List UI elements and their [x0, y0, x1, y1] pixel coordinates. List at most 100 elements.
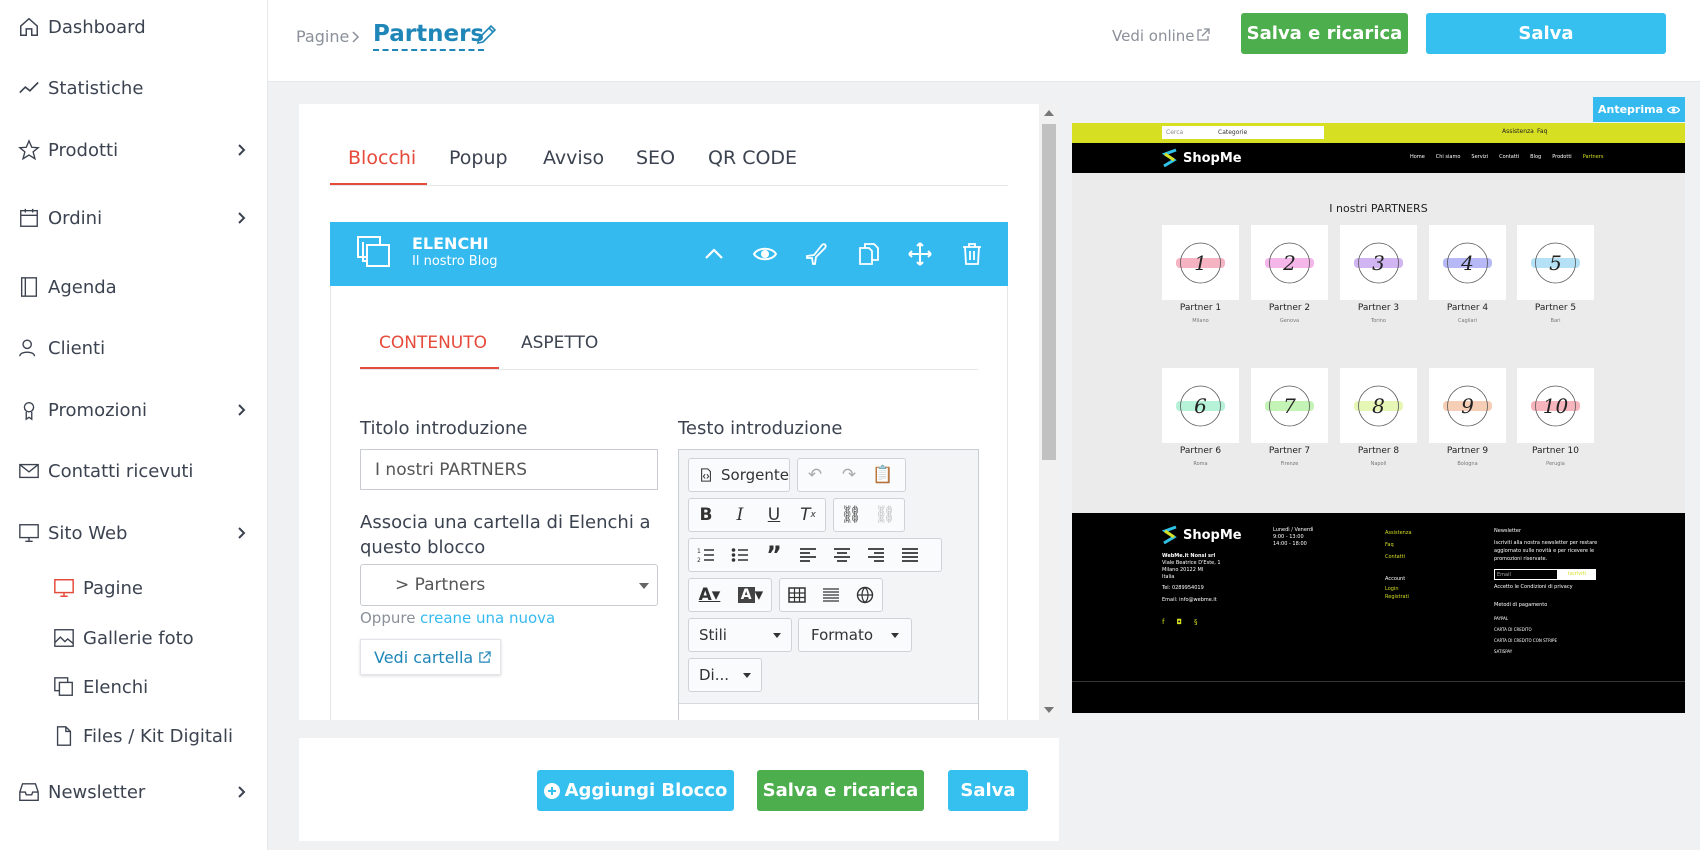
partner-logo-number: 2 [1282, 251, 1296, 275]
globe-icon[interactable] [848, 579, 882, 611]
preview-email-input: Email [1494, 569, 1558, 580]
paragraph-group: 12 ” [688, 538, 942, 572]
sidebar-item-ordini[interactable]: Ordini [0, 198, 268, 238]
trash-icon[interactable] [960, 242, 984, 266]
scroll-up-icon[interactable] [1044, 110, 1054, 116]
partner-name: Partner 4 [1446, 303, 1489, 313]
tab-seo[interactable]: SEO [636, 147, 675, 169]
text-color-icon[interactable]: A▾ [689, 579, 730, 611]
align-justify-icon[interactable] [893, 539, 927, 571]
clear-format-icon[interactable]: Tx [791, 499, 825, 531]
format-dropdown[interactable]: Formato [798, 618, 912, 652]
tab-qr-code[interactable]: QR CODE [708, 147, 797, 169]
breadcrumb-parent[interactable]: Pagine [296, 27, 349, 46]
tab-popup[interactable]: Popup [449, 147, 508, 169]
table-icon[interactable] [780, 579, 814, 611]
partner-name: Partner 5 [1534, 303, 1577, 313]
eye-icon [1667, 105, 1681, 114]
source-icon [701, 468, 711, 482]
sidebar-item-promozioni[interactable]: Promozioni [0, 390, 268, 430]
source-button[interactable]: Sorgente [688, 458, 790, 492]
save-button[interactable]: Salva [948, 770, 1028, 811]
underline-icon[interactable]: U [757, 499, 791, 531]
view-folder-button[interactable]: Vedi cartella [360, 639, 501, 675]
preview-address: Milano 20122 MI [1162, 567, 1204, 573]
link-icon[interactable]: ⛓ [834, 499, 868, 531]
sidebar-item-clienti[interactable]: Clienti [0, 328, 268, 368]
preview-newsletter-text: Iscriviti alla nostra newsletter per res… [1494, 540, 1598, 562]
svg-text:2: 2 [697, 557, 701, 563]
partner-logo-number: 1 [1194, 251, 1207, 275]
title-intro-input[interactable]: I nostri PARTNERS [360, 449, 658, 490]
instagram-icon: ◘ [1176, 618, 1183, 626]
scrollbar-thumb[interactable] [1042, 124, 1056, 460]
styles-dropdown[interactable]: Stili [688, 618, 792, 652]
duplicate-icon[interactable] [857, 242, 881, 266]
sidebar-item-dashboard[interactable]: Dashboard [0, 7, 268, 47]
unlink-icon[interactable]: ⛓ [868, 499, 902, 531]
partner-logo-icon: 7 [1265, 385, 1314, 427]
preview-footer-logo: ShopMe [1183, 528, 1242, 543]
redo-icon[interactable]: ↷ [832, 459, 866, 491]
align-left-icon[interactable] [791, 539, 825, 571]
tab-blocchi[interactable]: Blocchi [348, 147, 416, 169]
sidebar-item-sito-web[interactable]: Sito Web [0, 513, 268, 553]
page-title[interactable]: Partners [373, 21, 485, 51]
bold-icon[interactable]: B [689, 499, 723, 531]
view-online-link[interactable]: Vedi online [1112, 27, 1195, 45]
insert-group [779, 578, 883, 612]
preview-hours-title: Lunedì / Venerdì [1273, 527, 1314, 533]
undo-icon[interactable]: ↶ [798, 459, 832, 491]
sidebar-subitem-gallerie[interactable]: Gallerie foto [0, 620, 268, 656]
scrollbar-track[interactable] [1039, 104, 1059, 720]
align-center-icon[interactable] [825, 539, 859, 571]
move-icon[interactable] [908, 242, 932, 266]
italic-icon[interactable]: I [723, 499, 757, 531]
tab-aspetto[interactable]: ASPETTO [521, 333, 598, 353]
copy-icon [357, 236, 390, 267]
sidebar-subitem-files[interactable]: Files / Kit Digitali [0, 718, 268, 754]
preview-privacy: Accetto le Condizioni di privacy [1494, 584, 1573, 590]
tab-avviso[interactable]: Avviso [543, 147, 604, 169]
partner-logo-number: 3 [1372, 251, 1385, 275]
align-right-icon[interactable] [859, 539, 893, 571]
tab-contenuto[interactable]: CONTENUTO [379, 333, 487, 353]
partner-card: 2 [1251, 225, 1328, 300]
partner-card: 1 [1162, 225, 1239, 300]
scroll-down-icon[interactable] [1044, 707, 1054, 713]
plane-icon[interactable] [805, 242, 829, 266]
create-new-link[interactable]: creane una nuova [420, 609, 555, 627]
save-reload-button[interactable]: Salva e ricarica [1241, 13, 1408, 54]
bullet-list-icon[interactable] [723, 539, 757, 571]
save-button[interactable]: Salva [1426, 13, 1666, 54]
block-header[interactable]: ELENCHI Il nostro Blog [330, 222, 1008, 286]
pencil-icon[interactable] [474, 23, 498, 47]
sidebar-item-newsletter[interactable]: Newsletter [0, 772, 268, 812]
partner-name: Partner 8 [1357, 446, 1400, 456]
horizontal-line-icon[interactable] [814, 579, 848, 611]
sidebar-subitem-elenchi[interactable]: Elenchi [0, 669, 268, 705]
sidebar-item-contatti[interactable]: Contatti ricevuti [0, 451, 268, 491]
sidebar-item-prodotti[interactable]: Prodotti [0, 130, 268, 170]
editor-content-area[interactable] [679, 703, 978, 720]
size-dropdown[interactable]: Di... [688, 658, 762, 692]
trend-icon [19, 81, 39, 94]
save-reload-button[interactable]: Salva e ricarica [757, 770, 924, 811]
preview-country: Italia [1162, 574, 1175, 580]
preview-menu-item: Contatti [1499, 154, 1520, 160]
bg-color-icon[interactable]: A ▾ [730, 579, 771, 611]
preview-newsletter: Newsletter Iscriviti alla nostra newslet… [1494, 527, 1604, 657]
eye-icon[interactable] [753, 242, 777, 266]
blockquote-icon[interactable]: ” [757, 539, 791, 571]
sidebar-item-agenda[interactable]: Agenda [0, 267, 268, 307]
sidebar-item-statistiche[interactable]: Statistiche [0, 68, 268, 108]
numbered-list-icon[interactable]: 12 [689, 539, 723, 571]
chevron-up-icon[interactable] [702, 242, 726, 266]
preview-footer-link: Login [1385, 586, 1399, 592]
sidebar-subitem-pagine[interactable]: Pagine [0, 570, 268, 606]
folder-select[interactable]: > Partners [360, 564, 658, 606]
add-block-button[interactable]: Aggiungi Blocco [537, 770, 734, 811]
sidebar-subitem-label: Pagine [83, 577, 143, 599]
preview-badge[interactable]: Anteprima [1593, 97, 1685, 122]
paste-icon[interactable]: 📋 [866, 459, 900, 491]
